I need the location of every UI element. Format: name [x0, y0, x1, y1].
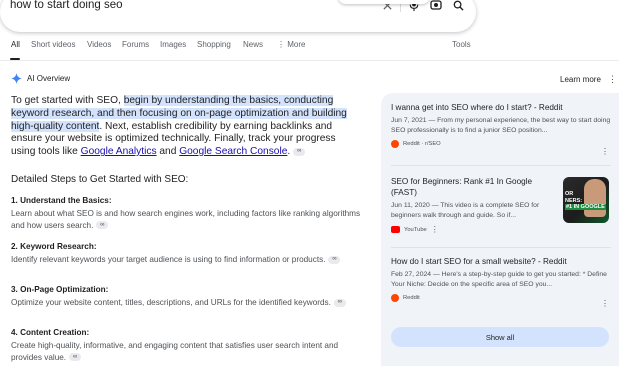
tabs-divider: [0, 60, 619, 61]
gemini-sparkle-icon: [11, 73, 22, 84]
divider: [391, 247, 611, 248]
tab-all[interactable]: All: [11, 40, 20, 49]
link-icon[interactable]: ∞: [333, 298, 346, 307]
search-icon[interactable]: [449, 0, 467, 14]
google-analytics-link[interactable]: Google Analytics: [81, 146, 157, 157]
tab-videos[interactable]: Videos: [87, 40, 111, 49]
tools-button[interactable]: Tools: [452, 40, 471, 49]
step-item: 3. On-Page Optimization: Optimize your w…: [11, 284, 361, 309]
step-item: 1. Understand the Basics: Learn about wh…: [11, 196, 361, 230]
step-item: 4. Content Creation: Create high-quality…: [11, 328, 339, 362]
show-all-button[interactable]: Show all: [391, 327, 609, 347]
link-icon[interactable]: ∞: [328, 255, 341, 264]
more-options-icon[interactable]: ⋮: [431, 225, 439, 234]
ai-overview-header: AI Overview: [11, 73, 70, 84]
tab-forums[interactable]: Forums: [122, 40, 149, 49]
more-options-icon[interactable]: ⋮: [601, 147, 609, 156]
tab-news[interactable]: News: [243, 40, 263, 49]
youtube-icon: [391, 226, 400, 233]
tab-images[interactable]: Images: [160, 40, 186, 49]
ai-overview-title: AI Overview: [27, 74, 71, 83]
search-tabs: All Short videos Videos Forums Images Sh…: [0, 40, 619, 60]
learn-more-link[interactable]: Learn more: [560, 75, 601, 84]
google-search-console-link[interactable]: Google Search Console: [179, 146, 287, 157]
tab-shopping[interactable]: Shopping: [197, 40, 231, 49]
steps-heading: Detailed Steps to Get Started with SEO:: [11, 174, 189, 185]
ai-overview-intro: To get started with SEO, begin by unders…: [11, 95, 347, 158]
more-options-icon[interactable]: ⋮: [601, 299, 609, 308]
tooltip: [338, 0, 430, 4]
video-thumbnail[interactable]: OR NERS: #1 IN GOOGLE: [563, 177, 609, 223]
reddit-icon: [391, 140, 399, 148]
tab-more[interactable]: ⋮ More: [277, 40, 305, 49]
divider: [391, 165, 611, 166]
step-item: 2. Keyword Research: Identify relevant k…: [11, 241, 361, 266]
link-icon[interactable]: ∞: [293, 147, 306, 156]
more-options-icon[interactable]: ⋮: [608, 74, 617, 85]
link-icon[interactable]: ∞: [96, 221, 109, 230]
source-card[interactable]: I wanna get into SEO where do I start? -…: [391, 102, 611, 156]
search-box[interactable]: how to start doing seo: [0, 0, 476, 32]
source-card[interactable]: SEO for Beginners: Rank #1 In Google (FA…: [391, 176, 556, 234]
more-vert-icon: ⋮: [277, 40, 288, 49]
thumbnail-text: OR NERS: #1 IN GOOGLE: [565, 191, 606, 210]
reddit-icon: [391, 294, 399, 302]
tab-short-videos[interactable]: Short videos: [31, 40, 75, 49]
source-card[interactable]: How do I start SEO for a small website? …: [391, 256, 611, 308]
camera-lens-icon[interactable]: [427, 0, 445, 14]
search-input[interactable]: how to start doing seo: [10, 0, 123, 11]
link-icon[interactable]: ∞: [69, 353, 82, 362]
